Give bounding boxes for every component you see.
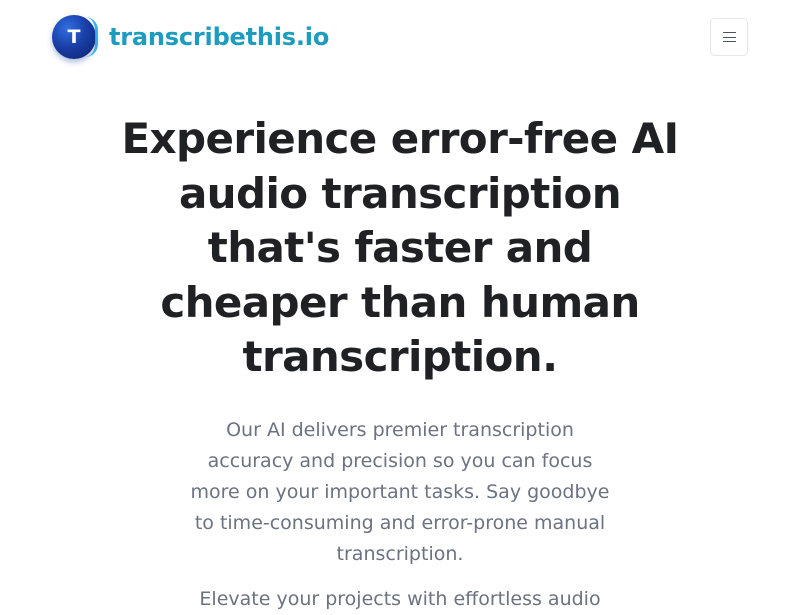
menu-toggle-button[interactable] [710, 18, 748, 56]
brand-name: transcribethis.io [109, 23, 330, 51]
site-header: T transcribethis.io [0, 0, 800, 76]
brand-link[interactable]: T transcribethis.io [52, 15, 329, 59]
logo-icon: T [52, 15, 98, 59]
hamburger-menu-icon [722, 32, 736, 42]
hero-headline: Experience error-free AI audio transcrip… [121, 114, 679, 381]
hero-description: Our AI delivers premier transcription ac… [190, 419, 610, 565]
logo-letter: T [67, 25, 81, 48]
